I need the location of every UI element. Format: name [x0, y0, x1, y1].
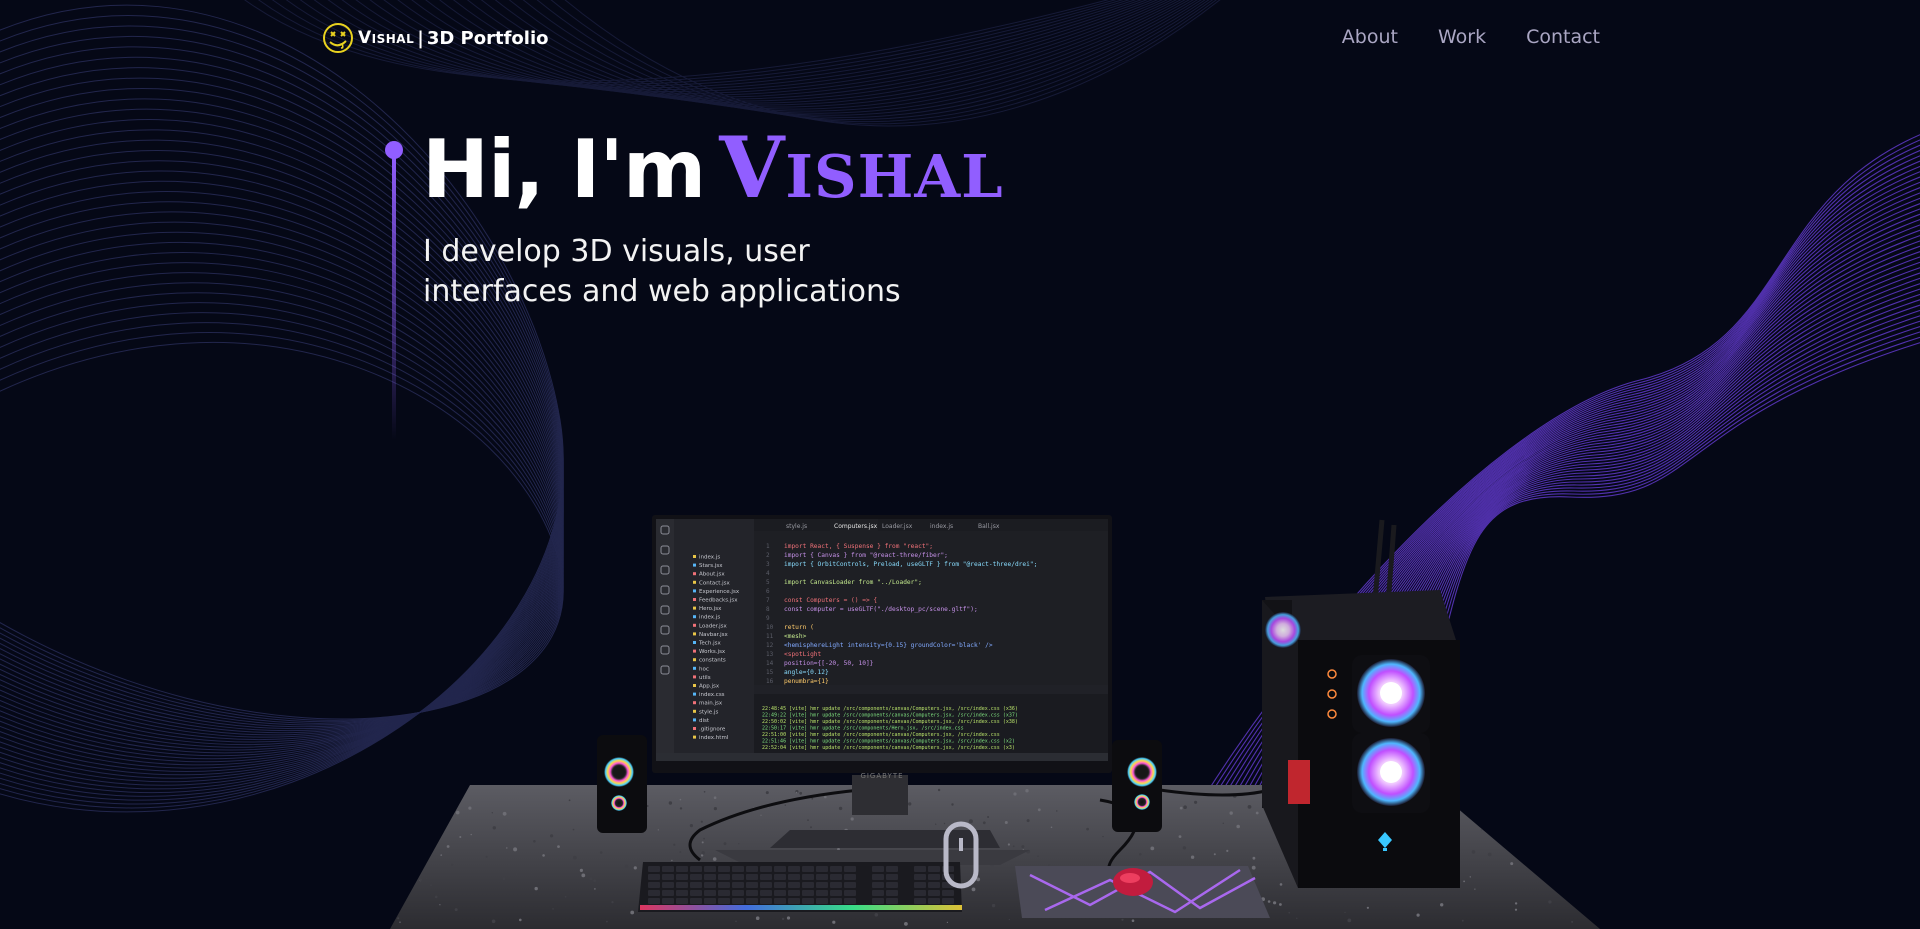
code-line: return ( [784, 624, 814, 631]
code-line: position={[-20, 50, 10]} [784, 660, 874, 667]
file-tree-item[interactable]: Experience.jsx [699, 589, 740, 595]
file-tree-item[interactable]: App.jsx [699, 684, 720, 690]
file-tree-item[interactable]: Hero.jsx [699, 606, 722, 612]
file-tree-item[interactable]: constants [699, 658, 726, 664]
code-line: <mesh> [784, 633, 807, 640]
svg-text:9: 9 [766, 615, 770, 622]
code-line: penumbra={1} [784, 678, 829, 685]
svg-text:7: 7 [766, 597, 770, 604]
file-tree-item[interactable]: index.css [699, 692, 725, 698]
file-tree-item[interactable]: index.html [699, 735, 729, 741]
file-tree-item[interactable]: Feedbacks.jsx [699, 598, 738, 604]
file-tree-item[interactable]: hoc [699, 666, 709, 672]
svg-text:10: 10 [766, 624, 774, 631]
editor-tab[interactable]: Ball.jsx [978, 523, 1000, 530]
editor-terminal-header [754, 685, 1108, 694]
file-tree-item[interactable]: About.jsx [699, 572, 725, 578]
terminal-line: 22:50:02 [vite] hmr update /src/componen… [762, 719, 1018, 725]
file-tree-item[interactable]: style.js [699, 709, 718, 715]
code-line: <hemisphereLight intensity={0.15} ground… [784, 642, 993, 649]
editor-activity-bar [656, 519, 674, 761]
file-tree-item[interactable]: index.js [699, 615, 720, 621]
file-tree-item[interactable]: main.jsx [699, 701, 723, 707]
code-line: import { Canvas } from "@react-three/fib… [784, 552, 948, 559]
terminal-line: 22:50:17 [vite] hmr update /src/componen… [762, 726, 964, 732]
file-tree-item[interactable]: utils [699, 675, 711, 681]
svg-text:1: 1 [766, 543, 770, 550]
svg-text:2: 2 [766, 552, 770, 559]
file-tree-item[interactable]: Stars.jsx [699, 563, 723, 569]
svg-text:15: 15 [766, 669, 774, 676]
svg-text:6: 6 [766, 588, 770, 595]
monitor-neck [852, 775, 908, 815]
svg-text:4: 4 [766, 570, 770, 577]
code-line: import CanvasLoader from "../Loader"; [784, 579, 922, 586]
mouse [1113, 868, 1153, 896]
speaker-right [1112, 740, 1162, 832]
file-tree-item[interactable]: Tech.jsx [698, 641, 721, 647]
code-line: import { OrbitControls, Preload, useGLTF… [784, 561, 1037, 568]
file-tree-item[interactable]: .gitignore [699, 727, 726, 733]
code-line: angle={0.12} [784, 669, 829, 676]
svg-text:13: 13 [766, 651, 774, 658]
file-tree-item[interactable]: Loader.jsx [699, 623, 727, 629]
svg-text:11: 11 [766, 633, 774, 640]
desktop-3d-scene[interactable]: GIGABYTE index.js Stars.jsx About.jsx Conta… [0, 0, 1920, 929]
file-tree-item[interactable]: Works.jsx [699, 649, 726, 655]
terminal-line: 22:51:00 [vite] hmr update /src/componen… [762, 732, 1000, 738]
code-line: <spotLight [784, 651, 822, 658]
editor-tab[interactable]: Computers.jsx [834, 523, 878, 530]
editor-tab[interactable]: style.js [786, 523, 807, 530]
editor-tab[interactable]: index.js [930, 523, 953, 530]
code-line: const Computers = () => { [784, 597, 877, 604]
file-tree-item[interactable]: Navbar.jsx [699, 632, 728, 638]
file-tree-item[interactable]: index.js [699, 555, 720, 561]
terminal-line: 22:48:45 [vite] hmr update /src/componen… [762, 706, 1018, 712]
monitor-brand-label: GIGABYTE [860, 772, 903, 780]
editor-tab[interactable]: Loader.jsx [882, 523, 913, 530]
monitor-foot [770, 830, 1000, 848]
svg-text:3: 3 [766, 561, 770, 568]
terminal-line: 22:52:04 [vite] hmr update /src/componen… [762, 745, 1015, 751]
speaker-left [597, 735, 647, 833]
file-tree-item[interactable]: Contact.jsx [699, 580, 731, 586]
svg-text:12: 12 [766, 642, 774, 649]
pc-tower [1262, 519, 1460, 888]
svg-text:5: 5 [766, 579, 770, 586]
svg-text:14: 14 [766, 660, 774, 667]
terminal-line: 22:51:46 [vite] hmr update /src/componen… [762, 739, 1015, 745]
code-line: const computer = useGLTF("./desktop_pc/s… [784, 606, 978, 613]
editor-status-bar [656, 753, 1108, 761]
svg-text:16: 16 [766, 678, 774, 685]
file-tree-item[interactable]: dist [699, 718, 710, 724]
keyboard [638, 862, 962, 912]
svg-text:8: 8 [766, 606, 770, 613]
terminal-line: 22:49:22 [vite] hmr update /src/componen… [762, 713, 1018, 719]
code-line: import React, { Suspense } from "react"; [784, 543, 933, 550]
